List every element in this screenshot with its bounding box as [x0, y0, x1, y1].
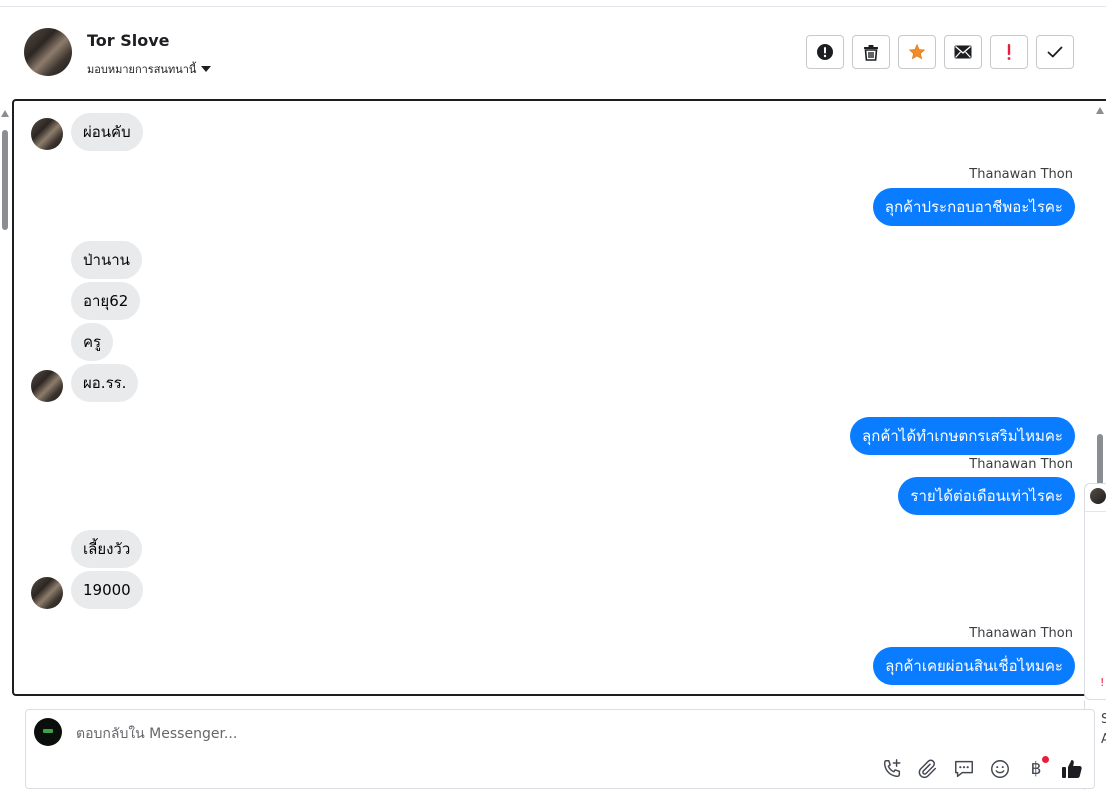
envelope-icon: [954, 45, 972, 59]
incoming-message[interactable]: ป่านาน: [71, 241, 142, 279]
sender-avatar: [31, 577, 63, 609]
incoming-message[interactable]: อายุ62: [71, 282, 141, 320]
incoming-message[interactable]: ผอ.รร.: [71, 364, 139, 402]
side-info-panel[interactable]: [1084, 483, 1106, 700]
composer-toolbar: ฿: [879, 756, 1085, 782]
top-divider: [0, 6, 1106, 7]
star-button[interactable]: [898, 35, 936, 69]
sender-avatar: [31, 370, 63, 402]
phone-plus-icon: [883, 759, 901, 778]
important-button[interactable]: [990, 35, 1028, 69]
checkmark-icon: [1047, 46, 1063, 58]
spam-button[interactable]: [806, 35, 844, 69]
assign-label: มอบหมายการสนทนานี้: [87, 63, 197, 76]
outgoing-message[interactable]: ลุกค้าได้ทำเกษตกรเสริมไหมคะ: [850, 417, 1075, 455]
panel-text-line: A: [1101, 732, 1106, 747]
exclamation-circle-icon: [817, 44, 833, 60]
reply-input[interactable]: [74, 722, 778, 746]
thread-scrollbar-thumb[interactable]: [1097, 434, 1103, 486]
agent-name-label: Thanawan Thon: [969, 167, 1073, 182]
call-button[interactable]: [879, 756, 905, 782]
star-icon: [908, 43, 926, 60]
incoming-message[interactable]: 19000: [71, 571, 143, 609]
contact-name[interactable]: Tor Slove: [87, 31, 170, 50]
emoji-button[interactable]: [987, 756, 1013, 782]
baht-icon: ฿: [1030, 759, 1042, 779]
payment-button[interactable]: ฿: [1023, 756, 1049, 782]
incoming-message[interactable]: เลี้ยงวัว: [71, 530, 143, 568]
conversation-actions: [806, 35, 1074, 69]
incoming-message[interactable]: ครู: [71, 323, 114, 361]
email-button[interactable]: [944, 35, 982, 69]
outgoing-message[interactable]: ลุกค้าเคยผ่อนสินเชื่อไหมคะ: [873, 647, 1075, 685]
thumbs-up-icon: [1062, 760, 1082, 778]
incoming-message[interactable]: ผ่อนคับ: [71, 113, 143, 151]
like-button[interactable]: [1059, 756, 1085, 782]
outgoing-message[interactable]: ลุกค้าประกอบอาชีพอะไรคะ: [872, 188, 1075, 226]
page-avatar: [34, 718, 62, 746]
assign-conversation-dropdown[interactable]: มอบหมายการสนทนานี้: [87, 60, 212, 78]
attach-button[interactable]: [915, 756, 941, 782]
agent-name-label: Thanawan Thon: [969, 457, 1073, 472]
page-logo-icon: [43, 729, 53, 733]
done-button[interactable]: [1036, 35, 1074, 69]
scroll-up-arrow-icon[interactable]: [1, 110, 9, 117]
conversation-header: Tor Slove มอบหมายการสนทนานี้: [24, 28, 1084, 80]
paperclip-icon: [918, 759, 937, 779]
exclamation-icon: [1007, 44, 1011, 60]
trash-icon: [864, 44, 878, 61]
sender-avatar: [31, 118, 63, 150]
delete-button[interactable]: [852, 35, 890, 69]
panel-text-line: S: [1101, 712, 1106, 727]
outgoing-message[interactable]: รายได้ต่อเดือนเท่าไรคะ: [898, 477, 1075, 515]
emoji-icon: [991, 760, 1009, 778]
page-scrollbar[interactable]: [0, 110, 10, 700]
saved-replies-button[interactable]: [951, 756, 977, 782]
caret-down-icon: [201, 66, 212, 72]
reply-composer: ฿: [25, 709, 1095, 789]
scrollbar-thumb[interactable]: [2, 130, 8, 230]
agent-name-label: Thanawan Thon: [969, 626, 1073, 641]
panel-mark: !!: [1100, 676, 1106, 689]
scroll-up-arrow-icon[interactable]: [1096, 107, 1104, 114]
chat-bubble-icon: [955, 760, 973, 778]
notification-dot: [1042, 756, 1049, 763]
contact-avatar[interactable]: [24, 28, 72, 76]
message-thread[interactable]: ผ่อนคับ Thanawan Thon ลุกค้าประกอบอาชีพอ…: [12, 99, 1106, 696]
panel-divider: [1085, 511, 1106, 512]
mini-avatar: [1090, 488, 1106, 504]
